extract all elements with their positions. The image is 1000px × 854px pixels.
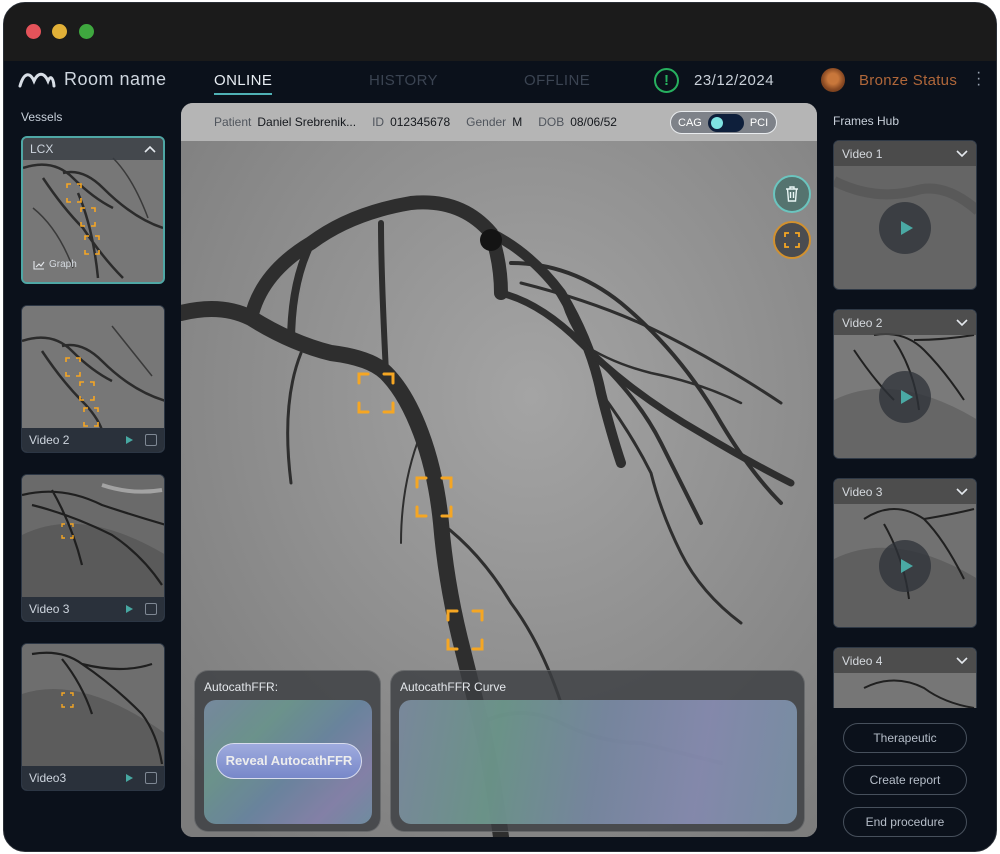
select-checkbox[interactable] [145,434,157,446]
angiogram-thumbnail [22,475,164,599]
focus-frame-icon [784,232,800,248]
create-report-button[interactable]: Create report [843,765,967,795]
autocath-ffr-curve-panel: AutocathFFR Curve [390,670,805,832]
vessel-thumb-video-3[interactable]: Video 3 [21,474,165,622]
frame-label: Video 3 [842,484,883,499]
cag-pci-toggle[interactable]: CAG PCI [670,111,777,134]
frame-label: Video 2 [842,315,883,330]
toggle-label-pci: PCI [749,116,769,129]
graph-label: Graph [49,259,77,270]
alert-icon[interactable]: ! [654,68,679,93]
therapeutic-button[interactable]: Therapeutic [843,723,967,753]
frame-thumb-header: Video 3 [834,479,976,504]
maximize-window-button[interactable] [79,24,94,39]
frame-label: Video 4 [842,653,883,668]
patient-info-bar: Patient Daniel Srebrenik... ID 012345678… [181,103,817,141]
patient-gender: M [512,115,523,129]
play-button[interactable] [879,540,931,592]
play-icon[interactable] [126,774,133,782]
tab-history[interactable]: HISTORY [369,72,438,89]
frame-thumb-header: Video 2 [834,310,976,335]
minimize-window-button[interactable] [52,24,67,39]
vessels-title: Vessels [21,110,63,124]
chevron-down-icon[interactable] [956,656,968,665]
frame-thumb-header: Video 1 [834,141,976,166]
patient-dob: 08/06/52 [570,115,617,129]
play-icon[interactable] [126,436,133,444]
logo-icon [18,72,56,87]
graph-icon [33,260,45,270]
patient-dob-key: DOB [538,115,565,129]
graph-link[interactable]: Graph [33,259,77,270]
window-titlebar [4,3,996,61]
thumb-caption: Video 3 [22,597,164,621]
frame-label: Video 1 [842,146,883,161]
patient-gender-key: Gender [466,115,507,129]
autocath-ffr-panel: AutocathFFR: Reveal AutocathFFR [194,670,381,832]
vessel-label: LCX [30,142,54,156]
end-procedure-button[interactable]: End procedure [843,807,967,837]
play-button[interactable] [879,371,931,423]
chevron-down-icon[interactable] [956,318,968,327]
angiogram-viewer[interactable]: Patient Daniel Srebrenik... ID 012345678… [181,103,817,837]
app-logo: Room name [18,69,167,90]
app-window: Room name ONLINE HISTORY OFFLINE ! 23/12… [3,2,997,852]
play-icon[interactable] [126,605,133,613]
select-checkbox[interactable] [145,603,157,615]
chevron-up-icon[interactable] [144,145,156,153]
frame-thumb-video-2[interactable]: Video 2 [833,309,977,459]
vessel-thumb-lcx[interactable]: LCX Graph [21,136,165,284]
status-label[interactable]: Bronze Status [859,72,957,89]
select-checkbox[interactable] [145,772,157,784]
room-name: Room name [64,69,167,89]
patient-id: 012345678 [390,115,451,129]
patient-name: Daniel Srebrenik... [257,115,357,129]
more-options-icon[interactable]: · · · [976,65,981,93]
ffr-curve-blurred-area [399,700,797,824]
current-date: 23/12/2024 [694,72,775,89]
toggle-label-cag: CAG [678,116,702,129]
bronze-badge-icon [821,68,845,92]
play-button[interactable] [879,202,931,254]
chevron-down-icon[interactable] [956,149,968,158]
vessel-thumb-header: LCX [23,138,163,160]
thumb-caption: Video3 [22,766,164,790]
top-navigation: Room name ONLINE HISTORY OFFLINE ! 23/12… [4,61,996,103]
angiogram-thumbnail [22,644,164,768]
frame-thumb-video-1[interactable]: Video 1 [833,140,977,290]
tab-online[interactable]: ONLINE [214,72,273,95]
thumb-caption: Video 2 [22,428,164,452]
thumb-label: Video 3 [29,602,70,616]
thumb-label: Video3 [29,771,67,785]
frames-hub-title: Frames Hub [833,114,900,128]
vessel-thumb-video3[interactable]: Video3 [21,643,165,791]
delete-button[interactable] [773,175,811,213]
trash-icon [786,186,798,202]
patient-id-key: ID [372,115,385,129]
thumb-label: Video 2 [29,433,70,447]
tab-offline[interactable]: OFFLINE [524,72,590,89]
ffr-curve-title: AutocathFFR Curve [400,680,507,694]
angiogram-thumbnail [22,306,164,430]
add-marker-button[interactable] [773,221,811,259]
frame-thumb-header: Video 4 [834,648,976,673]
chevron-down-icon[interactable] [956,487,968,496]
ffr-blurred-area: Reveal AutocathFFR [204,700,372,824]
patient-key: Patient [214,115,252,129]
vessel-thumb-video-2[interactable]: Video 2 [21,305,165,453]
ffr-panel-title: AutocathFFR: [204,680,279,694]
toggle-switch[interactable] [707,113,744,132]
frame-thumb-video-3[interactable]: Video 3 [833,478,977,628]
reveal-autocathffr-button[interactable]: Reveal AutocathFFR [216,743,362,779]
close-window-button[interactable] [26,24,41,39]
